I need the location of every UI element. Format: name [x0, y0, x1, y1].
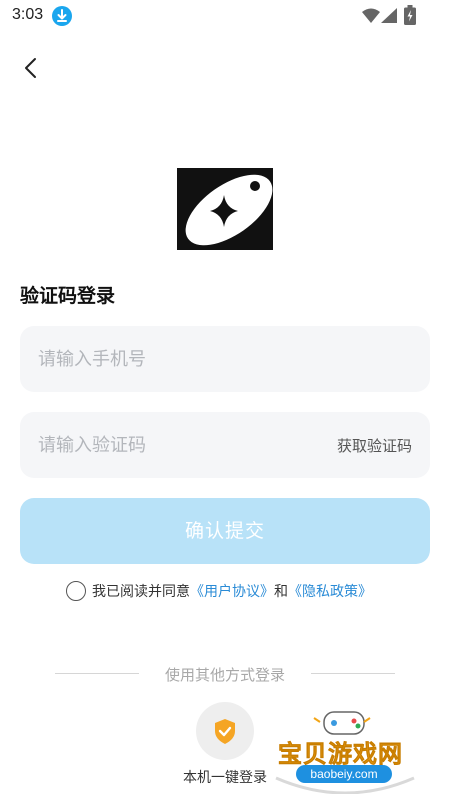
other-login-text: 使用其他方式登录	[164, 666, 285, 684]
other-login-divider: 使用其他方式登录	[55, 663, 395, 684]
back-button[interactable]	[18, 54, 46, 82]
status-bar: 3:03	[0, 0, 450, 32]
agreement-row: 我已阅读并同意 《用户协议》 和 《隐私政策》	[66, 580, 372, 602]
agreement-conjunction: 和	[274, 584, 288, 600]
watermark: 宝贝游戏网 baobeiy.com	[270, 708, 420, 794]
phone-input[interactable]	[38, 326, 338, 392]
submit-button[interactable]: 确认提交	[20, 498, 430, 564]
download-icon	[52, 6, 72, 26]
watermark-url: baobeiy.com	[296, 765, 392, 783]
get-code-button[interactable]: 获取验证码	[337, 435, 412, 456]
shield-check-icon	[215, 719, 235, 744]
phone-field[interactable]	[20, 326, 430, 392]
agreement-prefix: 我已阅读并同意	[92, 584, 190, 600]
one-key-login-label: 本机一键登录	[183, 770, 267, 786]
battery-icon	[404, 5, 416, 29]
signal-icon	[381, 8, 397, 28]
divider-line-right	[311, 673, 395, 674]
verification-code-input[interactable]	[38, 412, 338, 478]
one-key-login-button[interactable]	[196, 702, 254, 760]
privacy-policy-link[interactable]: 《隐私政策》	[288, 581, 372, 601]
agree-checkbox[interactable]	[66, 581, 86, 601]
chevron-left-icon	[25, 58, 36, 78]
code-field[interactable]: 获取验证码	[20, 412, 430, 478]
app-logo	[177, 168, 273, 250]
status-time: 3:03	[12, 6, 44, 23]
wifi-icon	[362, 8, 380, 28]
watermark-title: 宝贝游戏网	[278, 740, 403, 769]
user-agreement-link[interactable]: 《用户协议》	[190, 581, 274, 601]
page-title: 验证码登录	[20, 285, 116, 307]
